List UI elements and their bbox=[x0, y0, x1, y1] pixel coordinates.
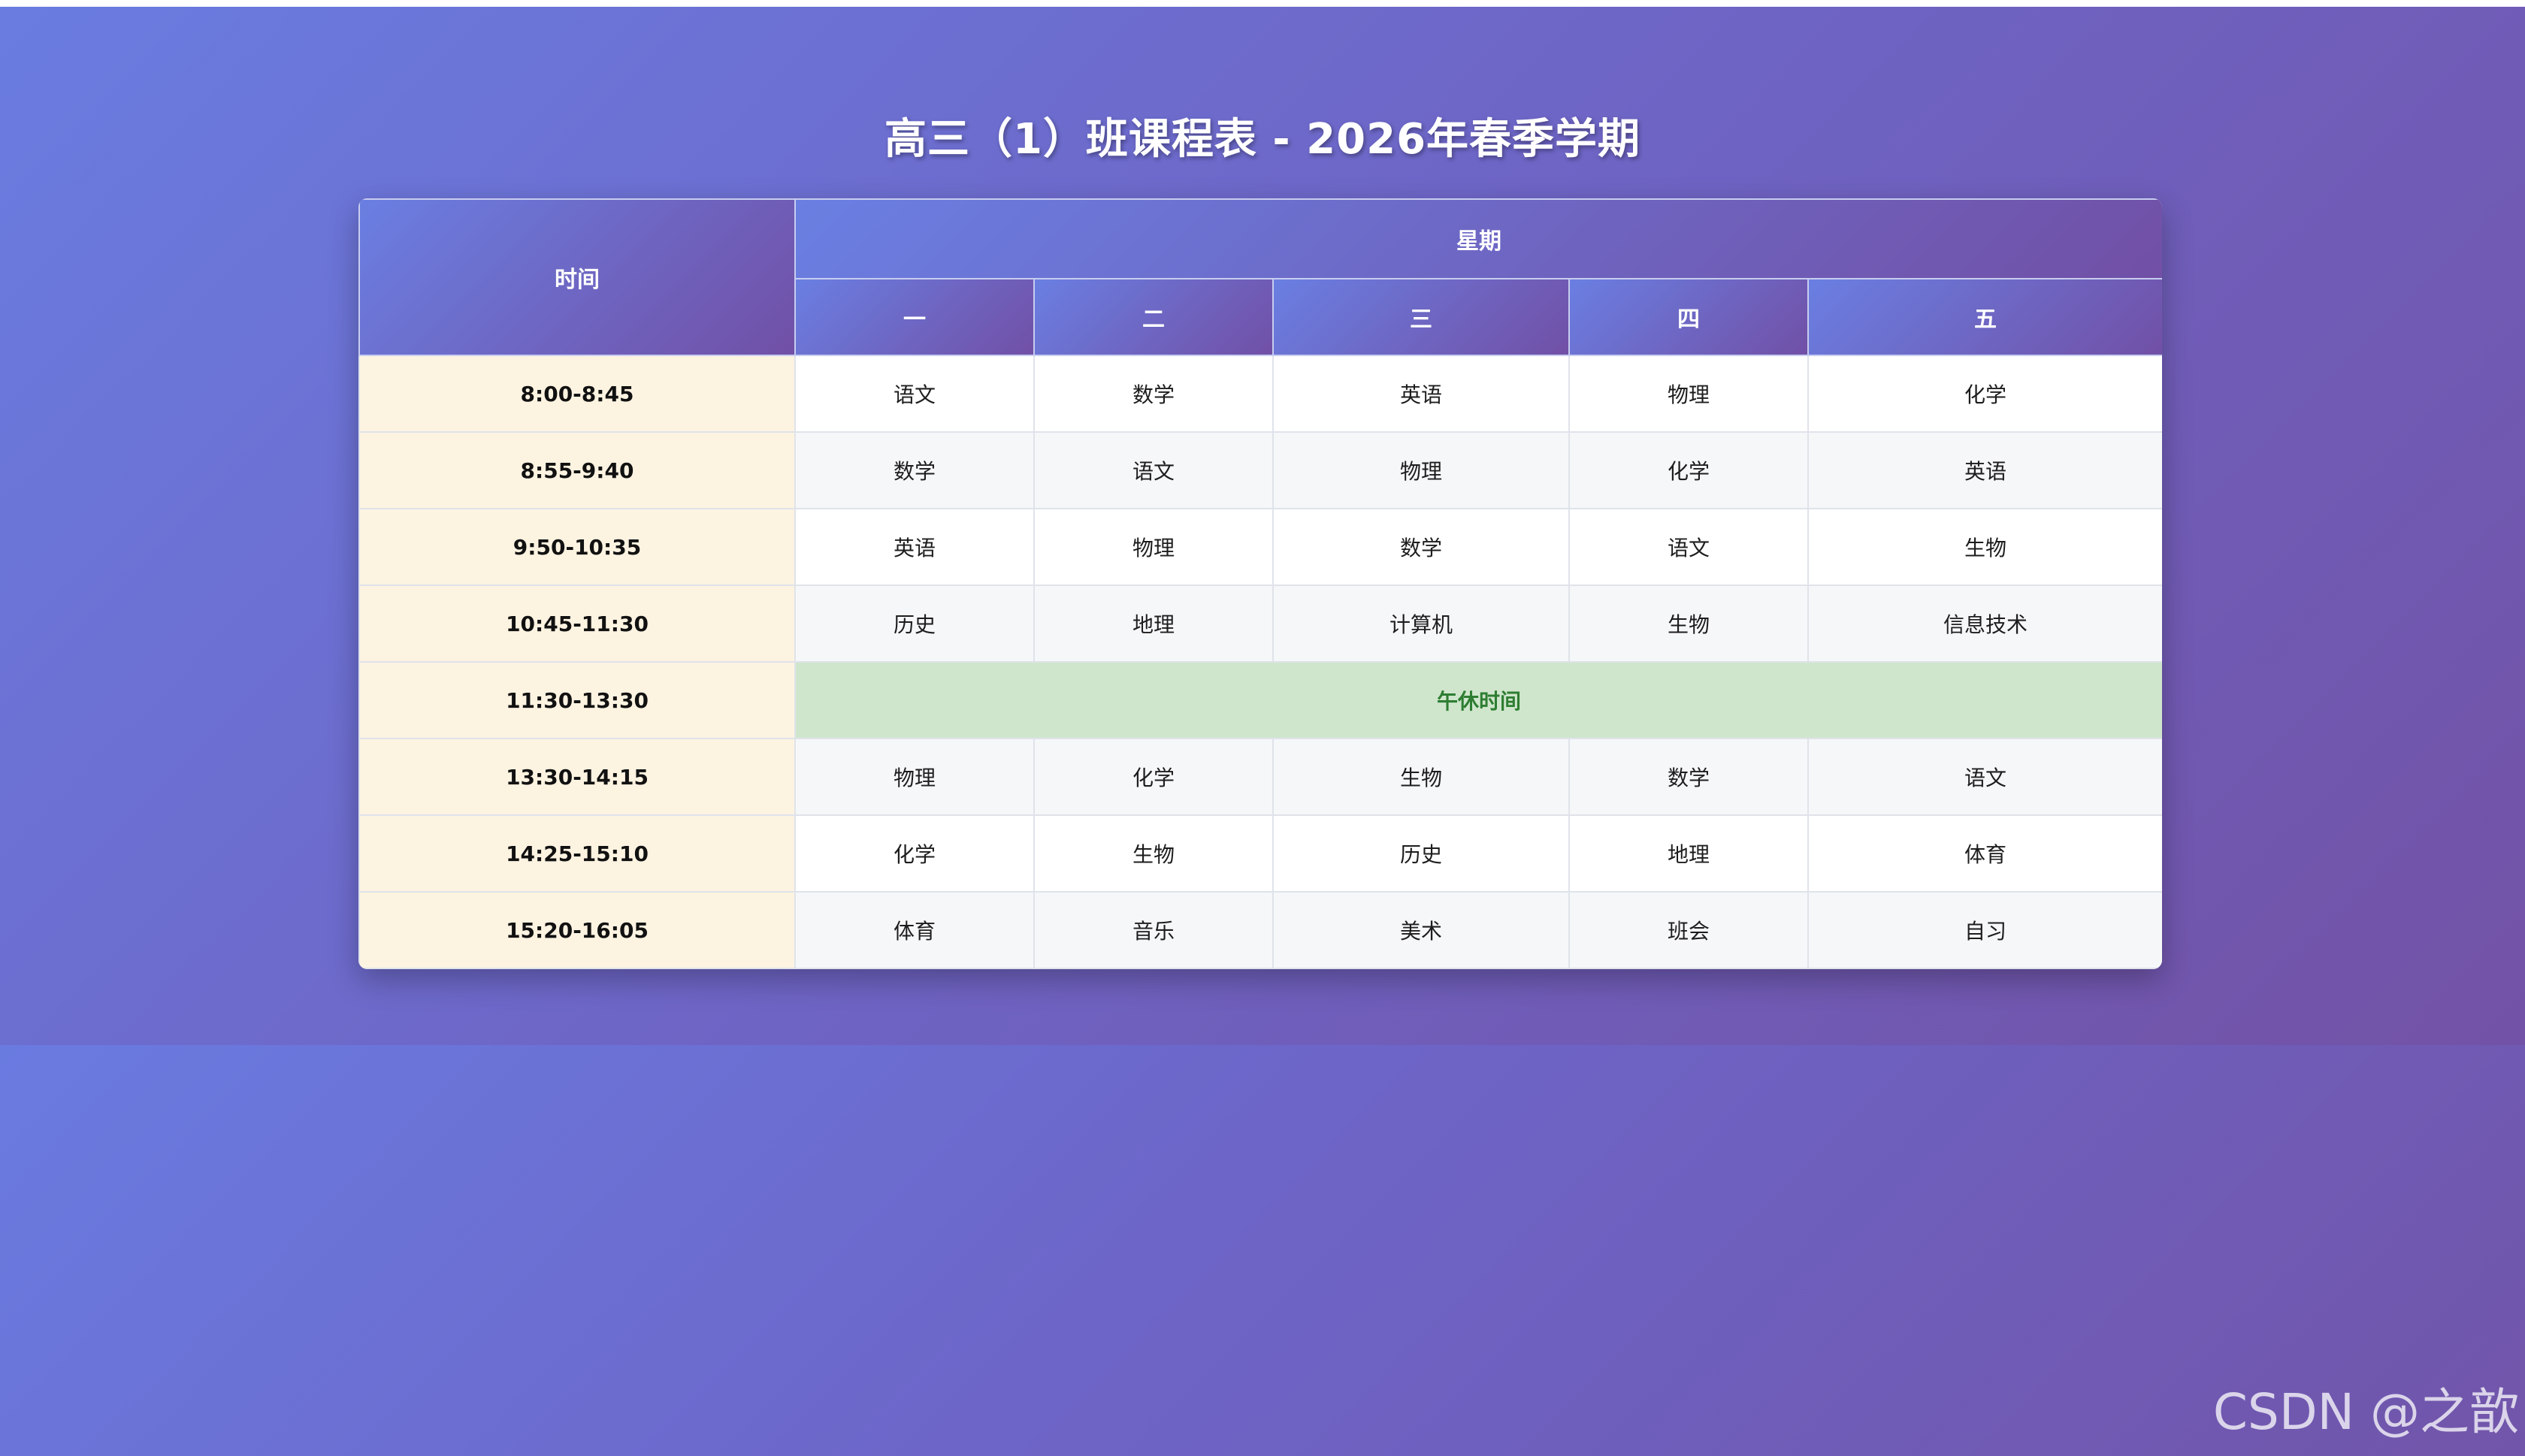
course-cell: 音乐 bbox=[1033, 891, 1274, 969]
course-cell: 生物 bbox=[1807, 508, 2162, 586]
course-cell: 地理 bbox=[1568, 814, 1809, 893]
course-cell: 数学 bbox=[794, 431, 1035, 509]
course-cell: 语文 bbox=[794, 355, 1035, 433]
course-cell: 美术 bbox=[1272, 891, 1570, 969]
time-slot: 14:25-15:10 bbox=[358, 814, 796, 893]
course-cell: 数学 bbox=[1033, 355, 1274, 433]
course-cell: 物理 bbox=[1033, 508, 1274, 586]
watermark: CSDN @之歆 bbox=[2212, 1383, 2519, 1441]
day-header-fri: 五 bbox=[1807, 278, 2162, 356]
course-cell: 化学 bbox=[794, 814, 1035, 893]
table-row: 9:50-10:35 英语 物理 数学 语文 生物 bbox=[358, 508, 2162, 586]
table-row: 8:00-8:45 语文 数学 英语 物理 化学 bbox=[358, 355, 2162, 433]
course-cell: 英语 bbox=[794, 508, 1035, 586]
timetable: 时间 星期 一 二 三 四 五 8:00-8:45 语文 数学 英语 物理 化学… bbox=[358, 198, 2162, 969]
table-row: 15:20-16:05 体育 音乐 美术 班会 自习 bbox=[358, 891, 2162, 969]
time-slot: 10:45-11:30 bbox=[358, 585, 796, 663]
time-slot: 8:55-9:40 bbox=[358, 431, 796, 509]
course-cell: 历史 bbox=[794, 585, 1035, 663]
course-cell: 英语 bbox=[1807, 431, 2162, 509]
time-column-header: 时间 bbox=[358, 198, 796, 356]
week-header: 星期 bbox=[794, 198, 2162, 279]
day-header-wed: 三 bbox=[1272, 278, 1570, 356]
table-row: 8:55-9:40 数学 语文 物理 化学 英语 bbox=[358, 431, 2162, 509]
course-cell: 地理 bbox=[1033, 585, 1274, 663]
course-cell: 体育 bbox=[1807, 814, 2162, 893]
course-cell: 数学 bbox=[1568, 738, 1809, 816]
lunch-row: 11:30-13:30 午休时间 bbox=[358, 661, 2162, 739]
table-row: 13:30-14:15 物理 化学 生物 数学 语文 bbox=[358, 738, 2162, 816]
course-cell: 历史 bbox=[1272, 814, 1570, 893]
course-cell: 生物 bbox=[1568, 585, 1809, 663]
lunch-break-cell: 午休时间 bbox=[794, 661, 2162, 739]
time-slot: 13:30-14:15 bbox=[358, 738, 796, 816]
course-cell: 自习 bbox=[1807, 891, 2162, 969]
time-slot: 11:30-13:30 bbox=[358, 661, 796, 739]
day-header-thu: 四 bbox=[1568, 278, 1809, 356]
time-slot: 9:50-10:35 bbox=[358, 508, 796, 586]
top-strip bbox=[0, 0, 2525, 7]
course-cell: 计算机 bbox=[1272, 585, 1570, 663]
course-cell: 物理 bbox=[1568, 355, 1809, 433]
course-cell: 语文 bbox=[1568, 508, 1809, 586]
course-cell: 数学 bbox=[1272, 508, 1570, 586]
page-title: 高三（1）班课程表 - 2026年春季学期 bbox=[884, 115, 1641, 164]
course-cell: 化学 bbox=[1033, 738, 1274, 816]
course-cell: 物理 bbox=[1272, 431, 1570, 509]
timetable-container: 时间 星期 一 二 三 四 五 8:00-8:45 语文 数学 英语 物理 化学… bbox=[358, 198, 2162, 969]
course-cell: 生物 bbox=[1272, 738, 1570, 816]
table-row: 10:45-11:30 历史 地理 计算机 生物 信息技术 bbox=[358, 585, 2162, 663]
time-slot: 8:00-8:45 bbox=[358, 355, 796, 433]
table-row: 14:25-15:10 化学 生物 历史 地理 体育 bbox=[358, 814, 2162, 893]
course-cell: 班会 bbox=[1568, 891, 1809, 969]
lower-background bbox=[0, 1045, 2525, 1456]
day-header-tue: 二 bbox=[1033, 278, 1274, 356]
time-slot: 15:20-16:05 bbox=[358, 891, 796, 969]
course-cell: 生物 bbox=[1033, 814, 1274, 893]
course-cell: 英语 bbox=[1272, 355, 1570, 433]
course-cell: 语文 bbox=[1807, 738, 2162, 816]
course-cell: 化学 bbox=[1807, 355, 2162, 433]
course-cell: 体育 bbox=[794, 891, 1035, 969]
course-cell: 语文 bbox=[1033, 431, 1274, 509]
course-cell: 信息技术 bbox=[1807, 585, 2162, 663]
day-header-mon: 一 bbox=[794, 278, 1035, 356]
course-cell: 化学 bbox=[1568, 431, 1809, 509]
course-cell: 物理 bbox=[794, 738, 1035, 816]
